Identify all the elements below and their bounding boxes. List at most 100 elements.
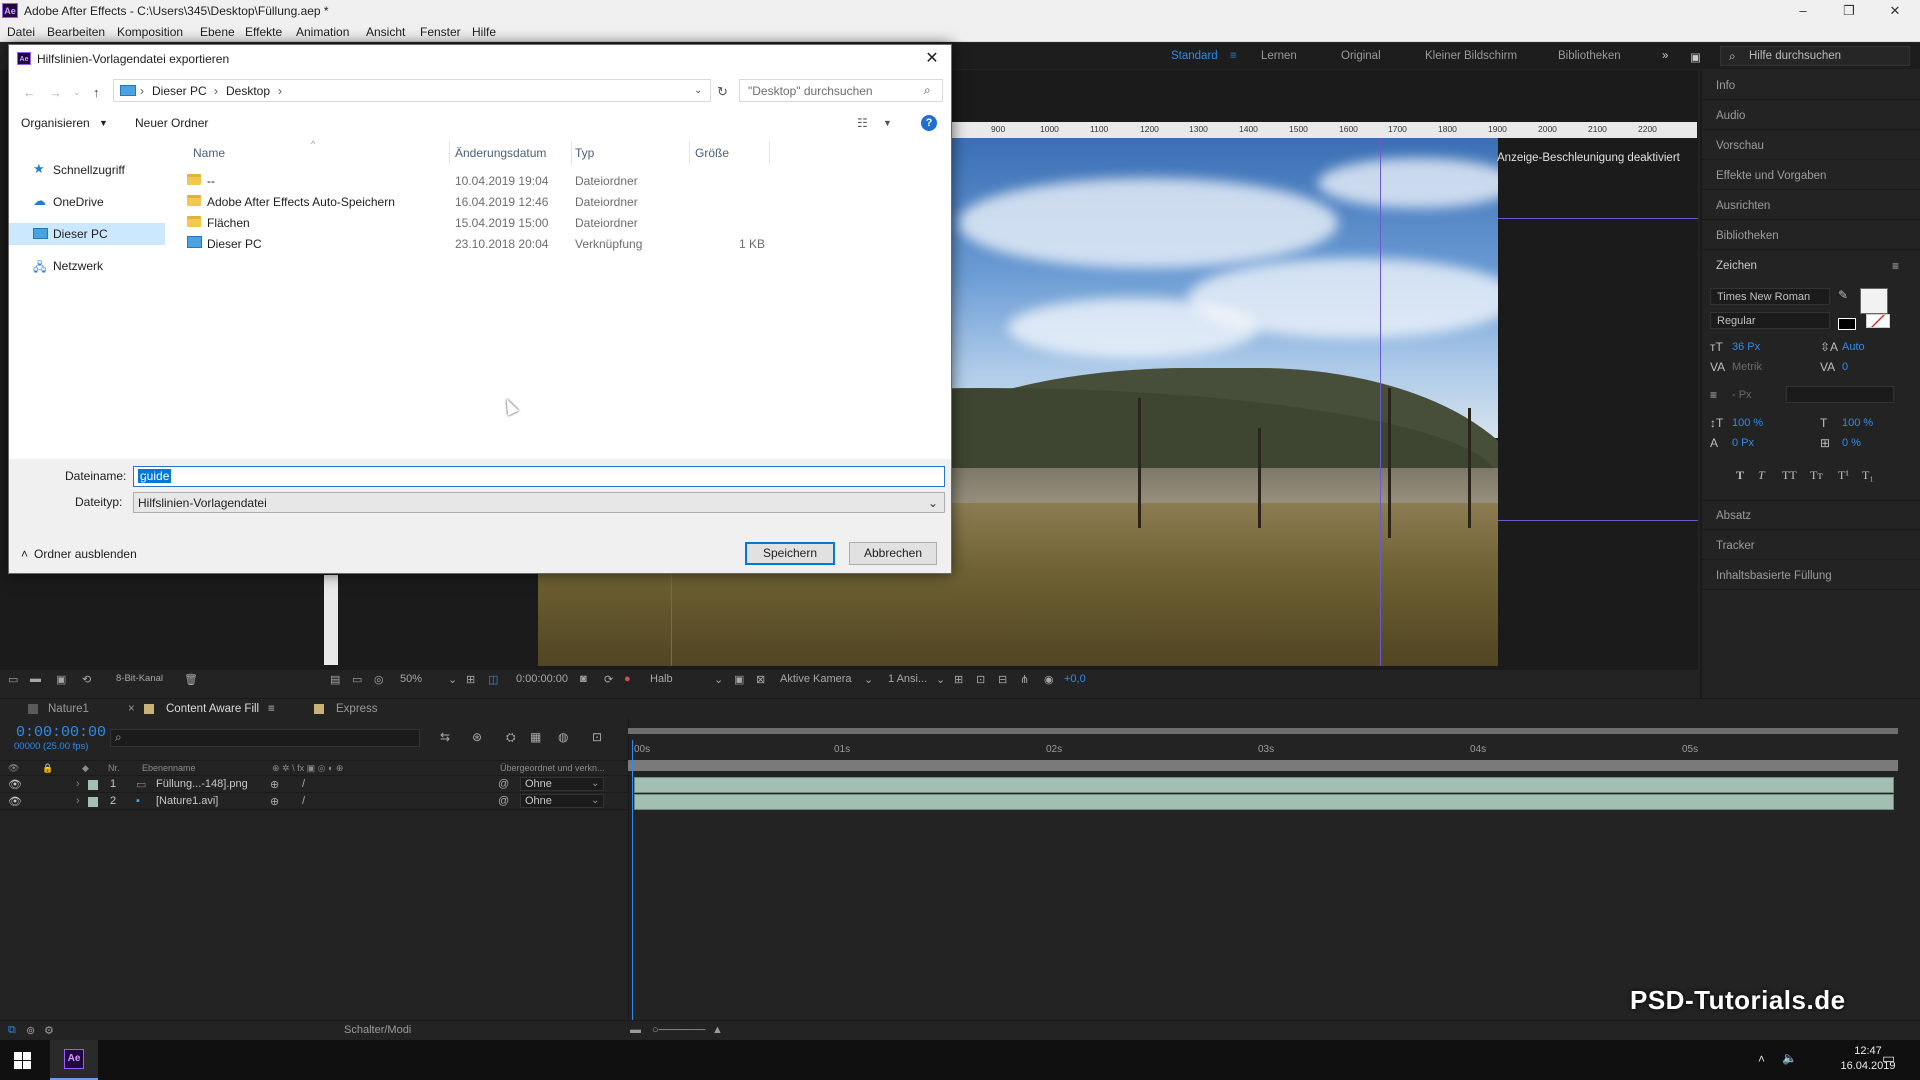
- dialog-close-button[interactable]: ✕: [921, 49, 943, 69]
- panel-absatz[interactable]: Absatz: [1716, 510, 1751, 522]
- views-chevron-down-icon[interactable]: ⌄: [936, 673, 945, 686]
- zoom-slider[interactable]: ○──────: [652, 1024, 705, 1036]
- menu-bearbeiten[interactable]: Bearbeiten: [47, 25, 105, 39]
- taskbar-after-effects[interactable]: Ae: [50, 1040, 98, 1080]
- pickwhip-icon[interactable]: @: [498, 778, 509, 790]
- workspace-menu-icon[interactable]: ≡: [1230, 50, 1237, 62]
- views-dropdown[interactable]: 1 Ansi...: [888, 673, 927, 685]
- layer-row[interactable]: 👁 › 2 ▪ [Nature1.avi] ⊕ / @ Ohne ⌄: [0, 793, 628, 810]
- zoom-chevron-down-icon[interactable]: ⌄: [448, 673, 457, 686]
- hide-folders-toggle[interactable]: ˄ Ordner ausblenden: [21, 547, 137, 561]
- tab-nature1[interactable]: Nature1: [48, 703, 89, 715]
- faux-bold-button[interactable]: T: [1736, 468, 1744, 483]
- panel-info[interactable]: Info: [1716, 80, 1735, 92]
- toggle-switches-modes-button[interactable]: Schalter/Modi: [344, 1024, 411, 1036]
- flowchart-icon[interactable]: ⊟: [998, 673, 1007, 686]
- maximize-button[interactable]: ❐: [1826, 0, 1872, 22]
- column-type[interactable]: Typ: [575, 146, 594, 160]
- font-size-value[interactable]: 36 Px: [1732, 341, 1760, 353]
- workspace-standard[interactable]: Standard: [1171, 50, 1218, 62]
- save-button[interactable]: Speichern: [745, 542, 835, 565]
- fit-icon[interactable]: ⊞: [466, 673, 475, 686]
- zoom-dropdown[interactable]: 50%: [400, 673, 422, 685]
- region-of-interest-icon[interactable]: ◫: [488, 673, 498, 686]
- panel-bibliotheken[interactable]: Bibliotheken: [1716, 230, 1779, 242]
- vr-icon[interactable]: ◎: [374, 673, 384, 686]
- trash-icon[interactable]: 🗑: [184, 673, 198, 686]
- always-preview-icon[interactable]: ▤: [330, 673, 340, 686]
- panel-audio[interactable]: Audio: [1716, 110, 1745, 122]
- forward-arrow-icon[interactable]: →: [49, 85, 62, 100]
- layer-switches-icon[interactable]: ⧉: [8, 1024, 16, 1037]
- eye-icon[interactable]: 👁: [8, 778, 22, 791]
- kerning-value[interactable]: Metrik: [1732, 361, 1762, 373]
- layer-row[interactable]: 👁 › 1 ▭ Füllung...-148].png ⊕ / @ Ohne ⌄: [0, 776, 628, 793]
- organize-button[interactable]: Organisieren: [21, 116, 90, 130]
- close-window-button[interactable]: ✕: [1872, 0, 1918, 22]
- cancel-button[interactable]: Abbrechen: [849, 542, 937, 565]
- menu-effekte[interactable]: Effekte: [245, 25, 282, 39]
- address-bar[interactable]: › Dieser PC › Desktop › ⌄: [113, 79, 711, 102]
- transparency-grid-icon[interactable]: ▣: [734, 673, 744, 686]
- help-search-input[interactable]: ⌕ Hilfe durchsuchen: [1720, 46, 1910, 66]
- menu-animation[interactable]: Animation: [296, 25, 349, 39]
- nav-onedrive[interactable]: ☁ OneDrive: [9, 191, 165, 213]
- small-caps-button[interactable]: Tт: [1810, 468, 1823, 483]
- stroke-color-swatch[interactable]: [1838, 318, 1856, 330]
- motion-blur-icon[interactable]: ◍: [558, 730, 568, 744]
- panel-tracker[interactable]: Tracker: [1716, 540, 1755, 552]
- panel-ausrichten[interactable]: Ausrichten: [1716, 200, 1770, 212]
- filename-chevron-down-icon[interactable]: ⌄: [138, 469, 938, 480]
- baseline-shift-value[interactable]: 0 Px: [1732, 437, 1754, 449]
- chevron-right-icon[interactable]: ›: [76, 795, 80, 807]
- layer-name-header[interactable]: Ebenenname: [142, 763, 196, 773]
- stroke-width-value[interactable]: - Px: [1732, 389, 1752, 401]
- collapse-switch-icon[interactable]: ⊕: [270, 778, 279, 791]
- nav-this-pc[interactable]: Dieser PC: [9, 223, 165, 245]
- panel-vorschau[interactable]: Vorschau: [1716, 140, 1764, 152]
- menu-komposition[interactable]: Komposition: [117, 25, 183, 39]
- column-name[interactable]: Name: [193, 146, 225, 160]
- subscript-button[interactable]: T₁: [1862, 468, 1874, 483]
- breadcrumb-dieser-pc[interactable]: Dieser PC: [152, 84, 207, 98]
- chevron-up-icon[interactable]: ˄: [1758, 1052, 1765, 1066]
- 3d-icon[interactable]: ⊡: [976, 673, 985, 686]
- composition-duration-bar[interactable]: [628, 760, 1898, 771]
- menu-hilfe[interactable]: Hilfe: [472, 25, 496, 39]
- help-button[interactable]: ?: [921, 115, 937, 131]
- back-arrow-icon[interactable]: ←: [23, 85, 36, 100]
- tab-express[interactable]: Express: [336, 703, 378, 715]
- leading-value[interactable]: Auto: [1842, 341, 1865, 353]
- timeline-timecode[interactable]: 0:00:00:00: [16, 724, 106, 741]
- shy-icon[interactable]: ⛭: [506, 730, 516, 745]
- view-options-icon[interactable]: ☷: [857, 116, 868, 130]
- folder-search-input[interactable]: "Desktop" durchsuchen ⌕: [739, 79, 943, 102]
- eye-icon[interactable]: 👁: [8, 795, 22, 808]
- camera-dropdown[interactable]: Aktive Kamera: [780, 673, 852, 685]
- exposure-reset-icon[interactable]: ◉: [1044, 673, 1054, 686]
- file-row[interactable]: -- 10.04.2019 19:04 Dateiordner: [175, 171, 775, 191]
- graph-editor-icon[interactable]: ⊡: [592, 730, 602, 744]
- no-stroke-swatch[interactable]: [1866, 314, 1890, 328]
- column-date[interactable]: Änderungsdatum: [455, 146, 546, 160]
- faux-italic-button[interactable]: T: [1758, 468, 1765, 483]
- resolution-chevron-down-icon[interactable]: ⌄: [714, 673, 723, 686]
- column-size[interactable]: Größe: [695, 146, 729, 160]
- render-icon[interactable]: ⟲: [82, 673, 91, 686]
- zoom-in-icon[interactable]: ▲: [712, 1024, 723, 1036]
- superscript-button[interactable]: T¹: [1838, 468, 1849, 483]
- font-family-dropdown[interactable]: Times New Roman: [1710, 288, 1830, 305]
- fill-color-swatch[interactable]: [1860, 288, 1888, 314]
- collapse-switch-icon[interactable]: ⊕: [270, 795, 279, 808]
- menu-fenster[interactable]: Fenster: [420, 25, 461, 39]
- menu-datei[interactable]: Datei: [7, 25, 35, 39]
- windows-start-icon[interactable]: [14, 1052, 31, 1069]
- frame-blending-icon[interactable]: ▦: [530, 730, 541, 744]
- layer-name[interactable]: Füllung...-148].png: [156, 778, 248, 790]
- workspace-kleiner-bildschirm[interactable]: Kleiner Bildschirm: [1425, 50, 1517, 62]
- time-ruler[interactable]: 00s 01s 02s 03s 04s 05s: [628, 728, 1920, 758]
- bit-depth-button[interactable]: 8-Bit-Kanal: [116, 673, 163, 684]
- eyedropper-icon[interactable]: ✎: [1838, 288, 1848, 302]
- zoom-out-icon[interactable]: ▬: [630, 1024, 641, 1036]
- parent-dropdown[interactable]: Ohne ⌄: [520, 794, 604, 808]
